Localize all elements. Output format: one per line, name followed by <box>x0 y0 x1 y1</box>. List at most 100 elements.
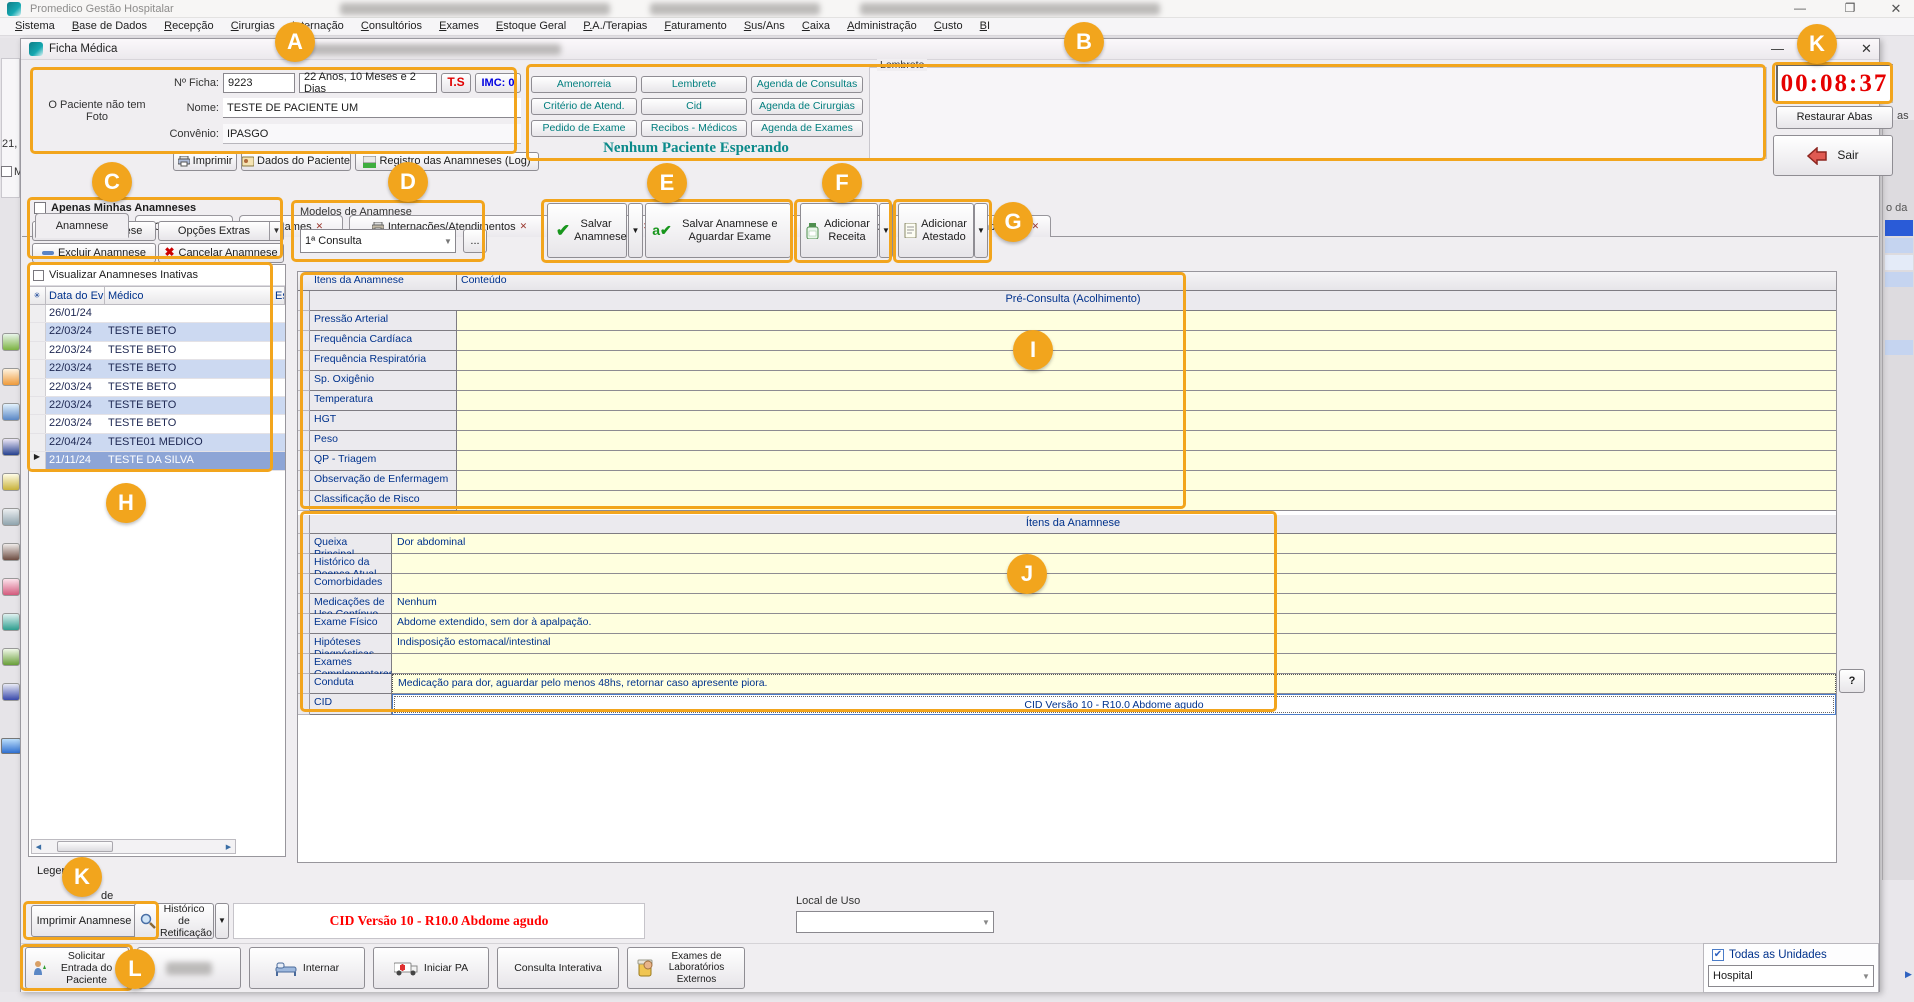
imprimir-button[interactable]: Imprimir <box>173 152 237 171</box>
menu-recepcao[interactable]: Recepção <box>157 18 221 32</box>
cid-button[interactable]: Cid <box>641 98 747 115</box>
todas-unidades-checkbox[interactable]: ✔ Todas as Unidades <box>1704 944 1878 961</box>
atestado-dropdown[interactable]: ▼ <box>974 203 988 258</box>
grid-header-items[interactable]: Ítens da Anamnese <box>310 272 457 291</box>
iniciar-pa-button[interactable]: Iniciar PA <box>373 947 489 989</box>
menu-administracao[interactable]: Administração <box>840 18 924 32</box>
chevron-down-icon[interactable]: ▼ <box>979 912 993 932</box>
list-header-date[interactable]: Data do Ev <box>46 286 105 305</box>
chevron-down-icon[interactable]: ▼ <box>269 222 283 240</box>
menu-internacao[interactable]: Internação <box>285 18 351 32</box>
inactive-checkbox[interactable]: Visualizar Anamneses Inativas <box>29 265 285 286</box>
scroll-right-icon[interactable]: ▶ <box>222 840 235 853</box>
exames-lab-externos-button[interactable]: Exames de Laboratórios Externos <box>627 947 745 989</box>
grid-cell[interactable] <box>457 311 1836 331</box>
unidade-combobox[interactable]: Hospital ▼ <box>1708 965 1874 987</box>
grid-cell[interactable]: Indisposição estomacal/intestinal <box>392 634 1836 654</box>
excluir-anamnese-button[interactable]: Excluir Anamnese <box>32 243 156 263</box>
list-row[interactable]: 22/03/24TESTE BETO <box>29 379 285 397</box>
menu-consultorios[interactable]: Consultórios <box>354 18 429 32</box>
list-row[interactable]: 26/01/24 <box>29 305 285 323</box>
list-header-indicator[interactable]: ✳ <box>29 286 46 305</box>
opcoes-extras-button[interactable]: Opções Extras ▼ <box>158 221 284 241</box>
salvar-anamnese-button[interactable]: ✔ Salvar Anamnese <box>547 203 627 258</box>
restaurar-abas-button[interactable]: Restaurar Abas <box>1776 106 1893 129</box>
grid-cell[interactable]: Nenhum <box>392 594 1836 614</box>
menu-base-de-dados[interactable]: Base de Dados <box>65 18 154 32</box>
grid-cell[interactable] <box>457 391 1836 411</box>
grid-cell-conduta[interactable]: Medicação para dor, aguardar pelo menos … <box>392 674 1836 694</box>
tab-close-icon[interactable]: ✕ <box>520 221 528 232</box>
recibos-medicos-button[interactable]: Recibos - Médicos <box>641 120 747 137</box>
grid-cell[interactable] <box>392 574 1836 594</box>
scroll-left-icon[interactable]: ◀ <box>32 840 45 853</box>
list-row[interactable]: 22/03/24TESTE BETO <box>29 415 285 433</box>
pedido-exame-button[interactable]: Pedido de Exame <box>531 120 637 137</box>
grid-header-conteudo[interactable]: Conteúdo <box>457 272 1836 291</box>
historico-retificacao-button[interactable]: Histórico de Retificação <box>134 903 214 939</box>
list-header-medico[interactable]: Médico <box>105 286 272 305</box>
adicionar-atestado-button[interactable]: Adicionar Atestado <box>898 203 974 258</box>
list-row[interactable]: 22/03/24TESTE BETO <box>29 342 285 360</box>
menu-sus-ans[interactable]: Sus/Ans <box>737 18 792 32</box>
list-header-esp[interactable]: Esp <box>272 286 285 305</box>
tab-anamnese[interactable]: Anamnese <box>35 213 129 238</box>
redacted-button[interactable] <box>137 947 241 989</box>
modelos-more-button[interactable]: ... <box>463 229 487 253</box>
imprimir-anamnese-button[interactable]: Imprimir Anamnese ▼ <box>31 905 151 937</box>
agenda-exames-button[interactable]: Agenda de Exames <box>751 120 863 137</box>
menu-faturamento[interactable]: Faturamento <box>657 18 733 32</box>
historico-dropdown[interactable]: ▼ <box>215 903 229 939</box>
menu-custo[interactable]: Custo <box>927 18 970 32</box>
grid-cell[interactable] <box>457 411 1836 431</box>
menu-estoque-geral[interactable]: Estoque Geral <box>489 18 573 32</box>
menu-caixa[interactable]: Caixa <box>795 18 837 32</box>
chevron-down-icon[interactable]: ▼ <box>441 230 455 252</box>
grid-cell[interactable] <box>457 351 1836 371</box>
scroll-right-icon[interactable]: ▶ <box>1905 969 1912 980</box>
grid-cell[interactable] <box>457 471 1836 491</box>
menu-sistema[interactable]: Sistema <box>8 18 62 32</box>
grid-cell[interactable] <box>457 331 1836 351</box>
lembrete-button[interactable]: Lembrete <box>641 76 747 93</box>
dados-do-paciente-button[interactable]: Dados do Paciente <box>241 152 351 171</box>
list-row[interactable]: 22/03/24TESTE BETO <box>29 397 285 415</box>
list-row[interactable]: 22/03/24TESTE BETO <box>29 360 285 378</box>
grid-cell[interactable] <box>457 431 1836 451</box>
consulta-interativa-button[interactable]: Consulta Interativa <box>497 947 619 989</box>
solicitar-entrada-button[interactable]: Solicitar Entrada do Paciente <box>25 947 129 989</box>
cid-value-field[interactable]: CID Versão 10 - R10.0 Abdome agudo <box>392 694 1836 715</box>
menu-bi[interactable]: BI <box>973 18 997 32</box>
grid-cell[interactable] <box>457 371 1836 391</box>
grid-cell[interactable] <box>392 654 1836 674</box>
minimize-icon[interactable]: — <box>1778 0 1822 18</box>
grid-cell[interactable] <box>392 554 1836 574</box>
grid-cell[interactable]: Abdome extendido, sem dor à apalpação. <box>392 614 1836 634</box>
registro-anamneses-button[interactable]: Registro das Anamneses (Log) <box>355 152 539 171</box>
agenda-consultas-button[interactable]: Agenda de Consultas <box>751 76 863 93</box>
adicionar-receita-button[interactable]: Adicionar Receita <box>800 203 878 258</box>
help-button[interactable]: ? <box>1839 669 1865 693</box>
grid-cell[interactable]: Dor abdominal <box>392 534 1836 554</box>
receita-dropdown[interactable]: ▼ <box>879 203 893 258</box>
list-row-selected[interactable]: ▶21/11/24TESTE DA SILVA <box>29 452 285 470</box>
internar-button[interactable]: Internar <box>249 947 365 989</box>
grid-cell[interactable] <box>457 491 1836 511</box>
menu-pa-terapias[interactable]: P.A./Terapias <box>576 18 654 32</box>
sair-button[interactable]: Sair <box>1773 135 1893 176</box>
convenio-field[interactable]: IPASGO <box>223 124 521 144</box>
amenorreia-button[interactable]: Amenorreia <box>531 76 637 93</box>
chevron-down-icon[interactable]: ▼ <box>1859 966 1873 986</box>
window-close-icon[interactable]: ✕ <box>1861 41 1872 57</box>
cancelar-anamnese-button[interactable]: ✖ Cancelar Anamnese <box>158 243 284 263</box>
agenda-cirurgias-button[interactable]: Agenda de Cirurgias <box>751 98 863 115</box>
menu-exames[interactable]: Exames <box>432 18 486 32</box>
tab-close-icon[interactable]: ✕ <box>1032 221 1040 232</box>
salvar-aguardar-exame-button[interactable]: a✔ Salvar Anamnese e Aguardar Exame <box>645 203 791 258</box>
scroll-thumb[interactable] <box>57 841 113 852</box>
close-icon[interactable]: ✕ <box>1874 0 1914 18</box>
restore-icon[interactable]: ❐ <box>1828 0 1872 18</box>
list-row[interactable]: 22/03/24TESTE BETO <box>29 323 285 341</box>
menu-cirurgias[interactable]: Cirurgias <box>224 18 282 32</box>
grid-cell[interactable] <box>457 451 1836 471</box>
